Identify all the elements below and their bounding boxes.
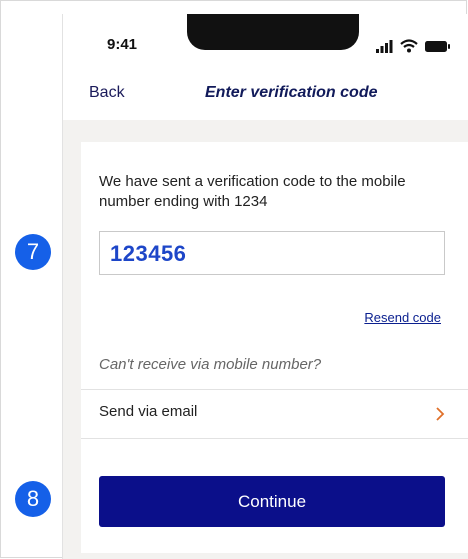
send-via-email-label: Send via email [99,403,198,420]
step-7-badge: 7 [15,234,51,270]
status-time: 9:41 [107,36,138,53]
verification-card: We have sent a verification code to the … [81,142,468,553]
verification-code-input[interactable]: 123456 [99,231,445,275]
verification-message: We have sent a verification code to the … [99,173,406,210]
signal-icon [376,40,393,53]
cant-receive-label: Can't receive via mobile number? [99,356,322,373]
resend-code-link[interactable]: Resend code [364,310,441,325]
status-bar: 9:41 [63,14,468,70]
page-title: Enter verification code [205,84,378,101]
status-icons [376,39,450,53]
navigation-bar: Back Enter verification code [63,70,468,120]
continue-button[interactable]: Continue [99,476,445,527]
phone-screen: 9:41 Back Enter verification code We hav… [62,14,468,559]
device-notch [187,14,359,50]
battery-icon [425,41,450,52]
back-button[interactable]: Back [89,84,125,102]
step-8-badge: 8 [15,481,51,517]
divider [81,438,468,439]
chevron-right-icon [436,407,445,421]
send-via-email-row[interactable]: Send via email [81,390,468,438]
wifi-icon [400,39,418,53]
verification-code-value: 123456 [110,241,187,266]
